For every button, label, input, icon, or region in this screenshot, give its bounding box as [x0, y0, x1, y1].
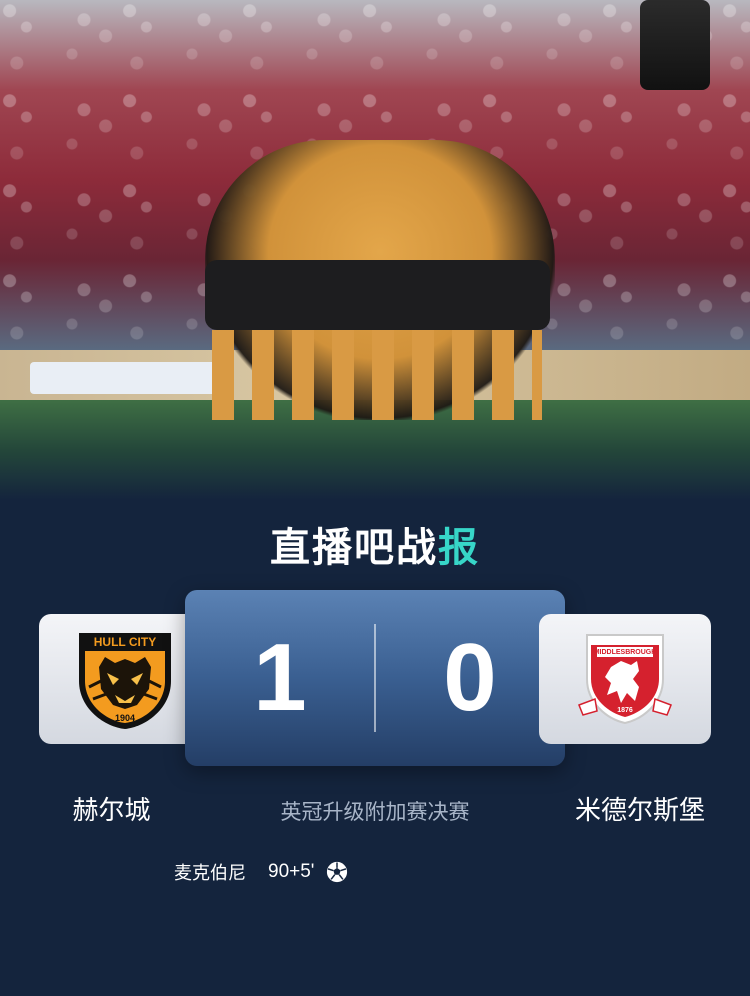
hull-city-crest-icon: HULL CITY 1904: [79, 633, 171, 729]
brand-title: 直播吧战报: [0, 515, 750, 573]
boro-logo-year: 1876: [617, 707, 633, 714]
home-team-name[interactable]: 赫尔城: [39, 790, 184, 827]
camera-icon: [640, 0, 710, 90]
home-score: 1: [253, 624, 307, 731]
team-legs: [212, 330, 542, 420]
away-team-name[interactable]: 米德尔斯堡: [560, 790, 720, 827]
soccer-ball-icon: [327, 861, 348, 883]
goal-event: 麦克伯尼 90+5': [174, 858, 348, 886]
hull-logo-year: 1904: [115, 713, 135, 723]
score-card: 1 0: [185, 590, 565, 766]
goal-scorer: 麦克伯尼: [174, 863, 246, 884]
away-score: 0: [443, 624, 497, 731]
sponsor-board: [30, 362, 230, 394]
team-shorts: [205, 260, 550, 330]
boro-logo-text: MIDDLESBROUGH: [594, 649, 657, 656]
competition-name: 英冠升级附加赛决赛: [280, 800, 470, 824]
brand-title-accent: 报: [438, 525, 480, 571]
brand-title-main: 直播吧战: [270, 525, 438, 571]
away-team-card[interactable]: MIDDLESBROUGH 1876: [539, 614, 711, 744]
hero-photo: [0, 0, 750, 500]
hull-logo-text: HULL CITY: [94, 635, 156, 649]
middlesbrough-crest-icon: MIDDLESBROUGH 1876: [578, 634, 672, 725]
goal-minute: 90+5': [268, 861, 315, 882]
